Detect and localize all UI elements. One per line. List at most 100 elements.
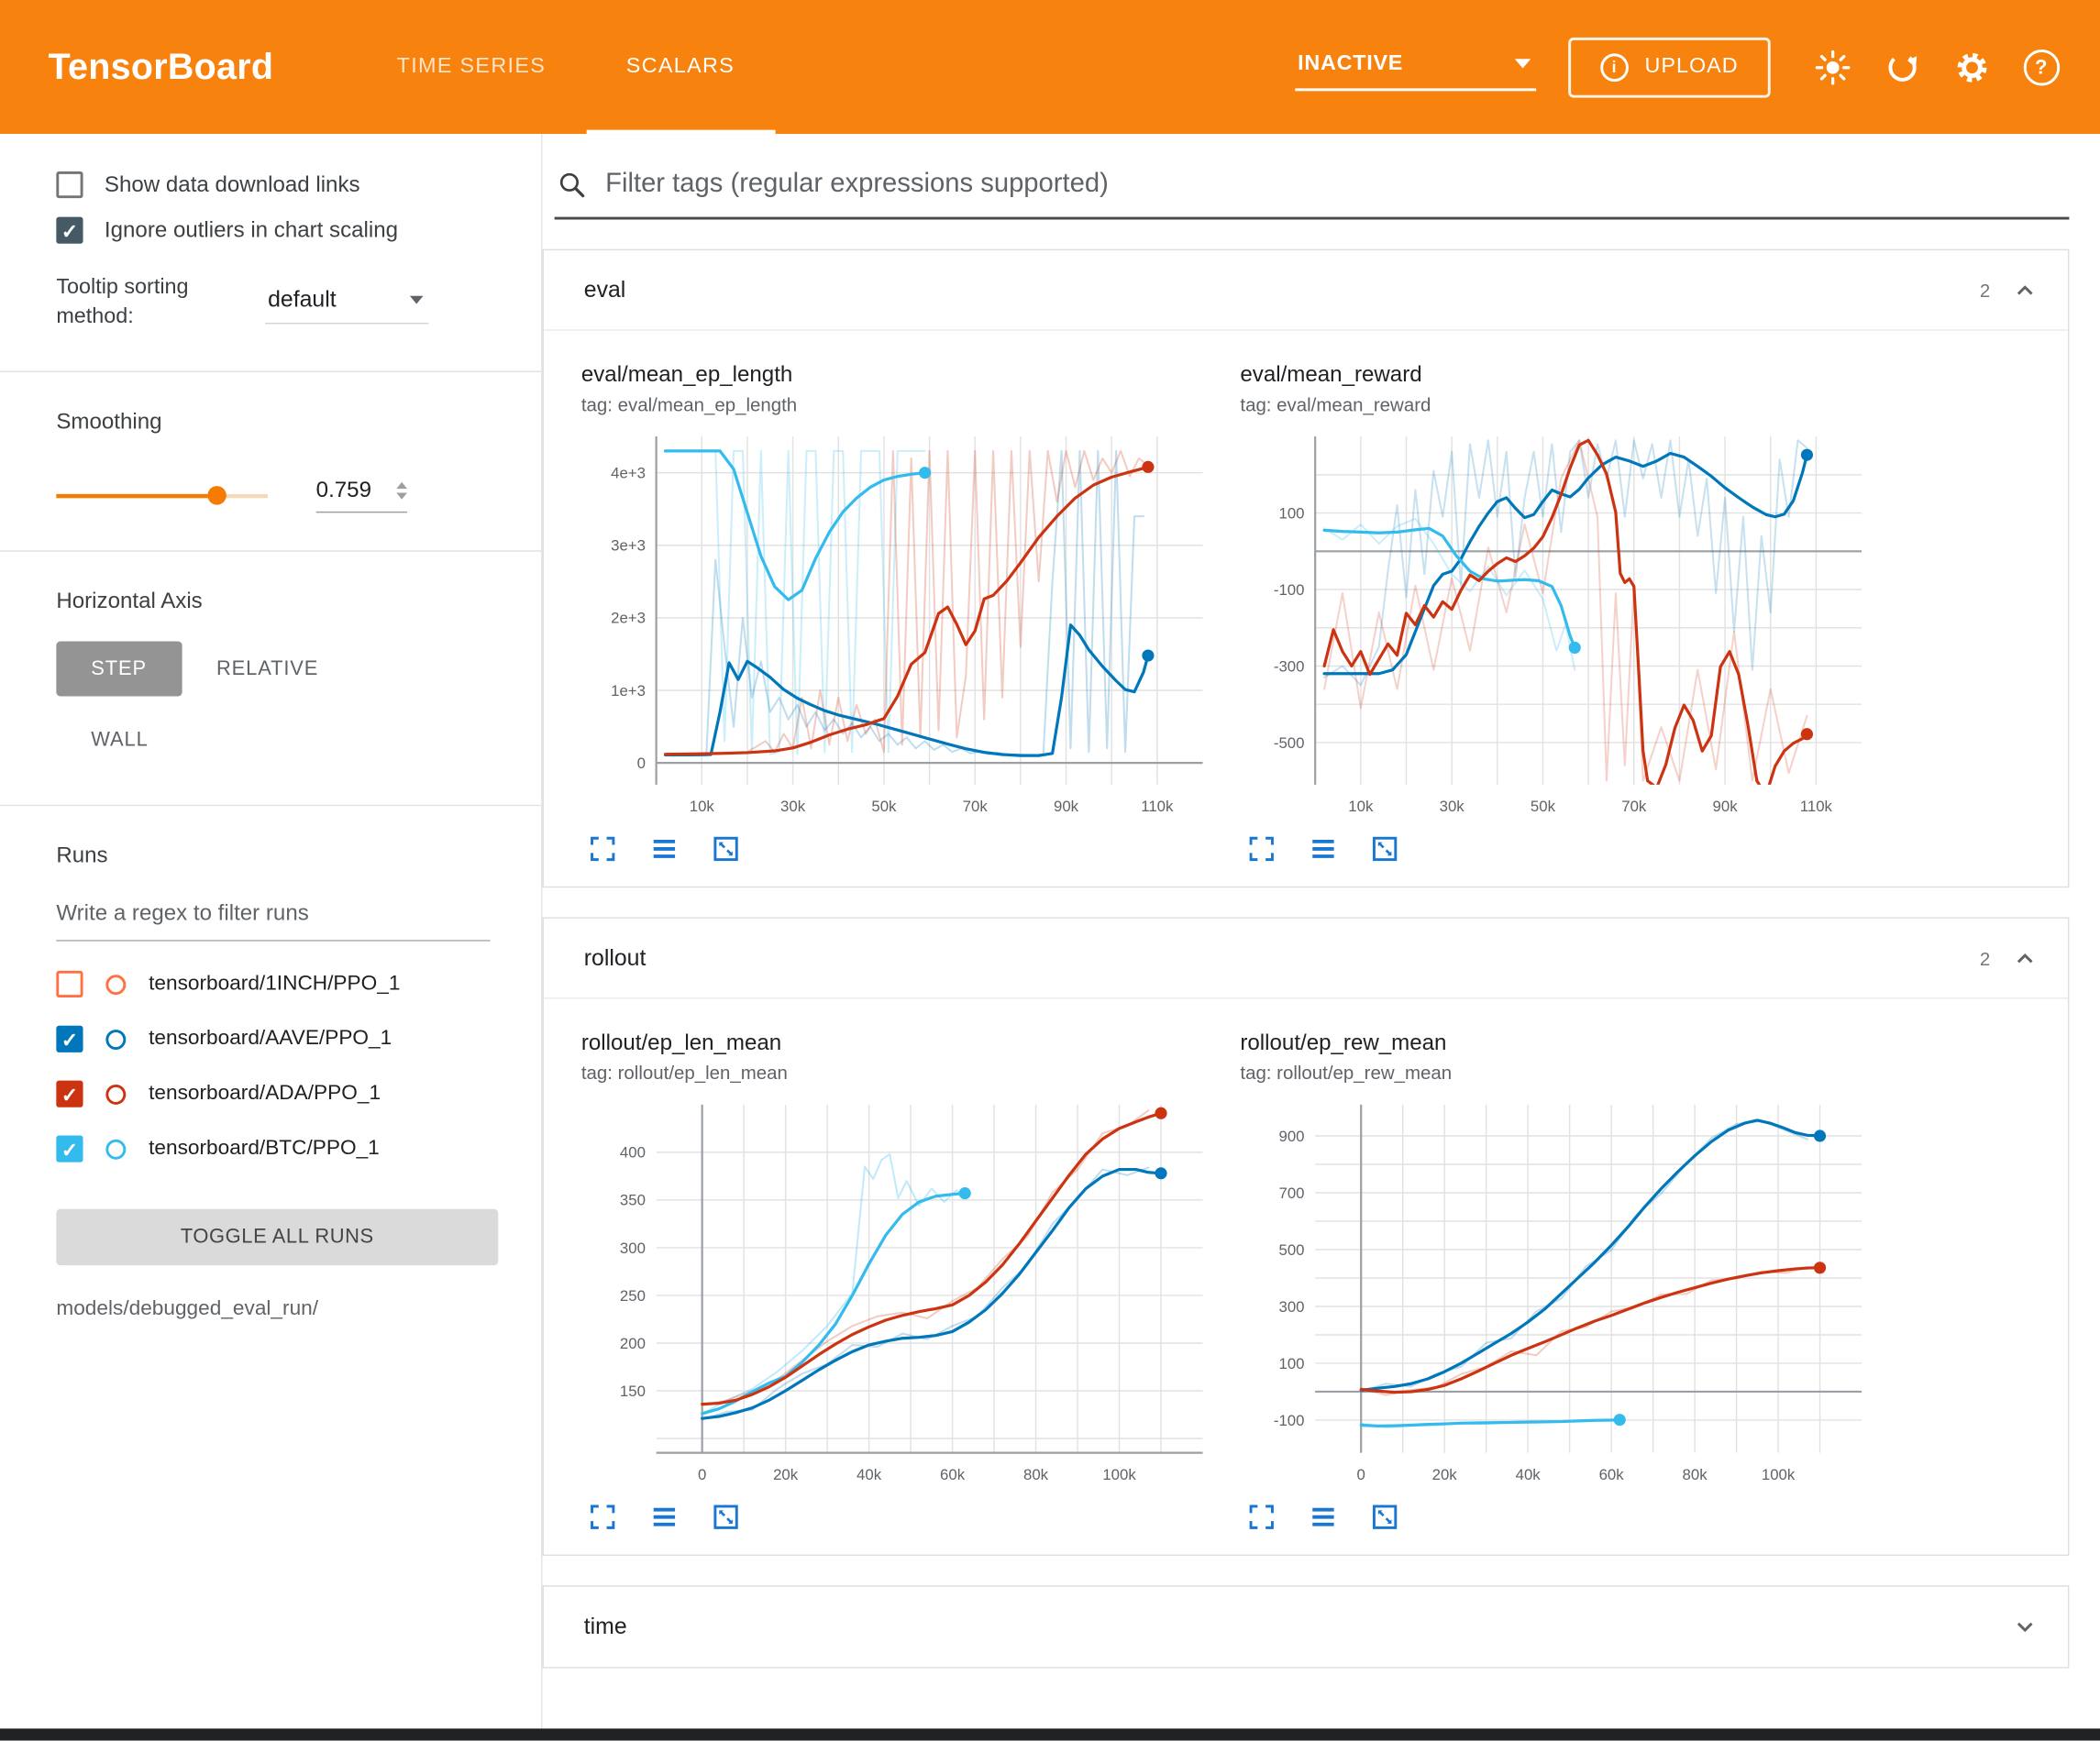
data-table-icon[interactable]	[648, 832, 680, 865]
horizontal-axis-buttons: STEP RELATIVE WALL	[56, 641, 431, 766]
svg-text:100k: 100k	[1762, 1466, 1796, 1483]
svg-text:900: 900	[1278, 1128, 1304, 1145]
expand-chart-icon[interactable]	[587, 1501, 619, 1533]
expand-chart-icon[interactable]	[1245, 832, 1277, 865]
svg-text:40k: 40k	[857, 1466, 882, 1483]
svg-text:0: 0	[637, 755, 646, 772]
run-checkbox[interactable]	[56, 1081, 83, 1107]
card-time-header[interactable]: time	[544, 1587, 2068, 1668]
expand-chart-icon[interactable]	[587, 832, 619, 865]
smoothing-value: 0.759	[316, 478, 371, 503]
svg-text:20k: 20k	[773, 1466, 799, 1483]
settings-sidebar: Show data download links Ignore outliers…	[0, 134, 542, 1741]
search-icon	[558, 170, 587, 199]
ignore-outliers-checkbox[interactable]	[56, 217, 83, 244]
fit-domain-icon[interactable]	[1369, 832, 1401, 865]
svg-text:2e+3: 2e+3	[611, 610, 646, 627]
refresh-icon[interactable]	[1878, 43, 1927, 92]
run-row-aave[interactable]: tensorboard/AAVE/PPO_1	[56, 1012, 503, 1067]
data-table-icon[interactable]	[648, 1501, 680, 1533]
axis-step-button[interactable]: STEP	[56, 641, 182, 696]
svg-text:90k: 90k	[1054, 798, 1079, 815]
smoothing-slider[interactable]	[56, 484, 268, 505]
tag-filter-input[interactable]	[605, 169, 2066, 200]
fit-domain-icon[interactable]	[710, 1501, 742, 1533]
svg-text:150: 150	[620, 1383, 646, 1400]
collapse-icon[interactable]	[2009, 274, 2041, 306]
svg-text:10k: 10k	[690, 798, 715, 815]
run-checkbox[interactable]	[56, 971, 83, 997]
svg-text:3e+3: 3e+3	[611, 537, 646, 555]
expand-chart-icon[interactable]	[1245, 1501, 1277, 1533]
chart-tag: tag: eval/mean_ep_length	[581, 393, 1221, 414]
run-row-ada[interactable]: tensorboard/ADA/PPO_1	[56, 1067, 503, 1122]
toggle-all-runs-button[interactable]: TOGGLE ALL RUNS	[56, 1208, 498, 1264]
chart-rollout-ep-rew-mean: rollout/ep_rew_mean tag: rollout/ep_rew_…	[1240, 1031, 1880, 1534]
main-tabs: TIME SERIES SCALARS	[357, 0, 775, 134]
data-table-icon[interactable]	[1307, 832, 1339, 865]
svg-text:1e+3: 1e+3	[611, 682, 646, 700]
divider	[0, 550, 541, 551]
svg-text:0: 0	[698, 1466, 706, 1483]
status-dropdown-value: INACTIVE	[1298, 51, 1403, 75]
run-checkbox[interactable]	[56, 1026, 83, 1052]
help-icon[interactable]: ?	[2017, 43, 2065, 92]
chart-rollout-ep-len-mean: rollout/ep_len_mean tag: rollout/ep_len_…	[581, 1031, 1221, 1534]
show-download-links-checkbox[interactable]	[56, 171, 83, 198]
settings-icon[interactable]	[1948, 43, 1996, 92]
collapse-icon[interactable]	[2009, 942, 2041, 974]
svg-text:60k: 60k	[940, 1466, 966, 1483]
svg-text:500: 500	[1278, 1241, 1304, 1259]
upload-button[interactable]: i UPLOAD	[1568, 37, 1771, 97]
run-label: tensorboard/ADA/PPO_1	[149, 1082, 381, 1106]
line-chart-plot[interactable]: 10k30k50k70k90k110k01e+32e+33e+34e+3	[581, 425, 1216, 827]
card-eval-header[interactable]: eval 2	[544, 250, 2068, 331]
top-bar: TensorBoard TIME SERIES SCALARS INACTIVE…	[0, 0, 2100, 134]
divider	[0, 370, 541, 371]
runs-filter-input[interactable]	[56, 898, 490, 942]
horizontal-axis-label: Horizontal Axis	[56, 589, 503, 614]
chevron-down-icon	[410, 296, 424, 304]
tab-scalars[interactable]: SCALARS	[586, 0, 775, 134]
run-list: tensorboard/1INCH/PPO_1 tensorboard/AAVE…	[56, 957, 503, 1177]
chart-title: eval/mean_reward	[1240, 363, 1880, 389]
tooltip-sorting-select[interactable]: default	[265, 279, 428, 325]
run-row-btc[interactable]: tensorboard/BTC/PPO_1	[56, 1122, 503, 1177]
ignore-outliers-row[interactable]: Ignore outliers in chart scaling	[56, 217, 503, 244]
show-download-links-row[interactable]: Show data download links	[56, 171, 503, 198]
line-chart-plot[interactable]: 020k40k60k80k100k-100100300500700900	[1240, 1094, 1874, 1495]
smoothing-value-input[interactable]: 0.759	[316, 478, 407, 512]
tab-time-series[interactable]: TIME SERIES	[357, 0, 586, 134]
svg-text:0: 0	[1357, 1466, 1365, 1483]
stepper-icon[interactable]	[396, 481, 407, 499]
svg-text:400: 400	[620, 1144, 646, 1162]
svg-text:-100: -100	[1274, 581, 1305, 599]
card-rollout: rollout 2 rollout/ep_len_mean tag: rollo…	[542, 917, 2069, 1556]
card-title: time	[584, 1614, 627, 1640]
run-label: tensorboard/BTC/PPO_1	[149, 1137, 380, 1161]
line-chart-plot[interactable]: 10k30k50k70k90k110k100-100-300-500	[1240, 425, 1874, 827]
slider-thumb[interactable]	[207, 486, 226, 504]
status-dropdown[interactable]: INACTIVE	[1295, 43, 1536, 90]
svg-text:100k: 100k	[1102, 1466, 1136, 1483]
svg-text:300: 300	[620, 1240, 646, 1257]
app-body: Show data download links Ignore outliers…	[0, 134, 2100, 1741]
data-table-icon[interactable]	[1307, 1501, 1339, 1533]
run-checkbox[interactable]	[56, 1136, 83, 1163]
run-color-swatch	[105, 1140, 126, 1160]
svg-text:110k: 110k	[1141, 798, 1174, 815]
card-rollout-header[interactable]: rollout 2	[544, 919, 2068, 999]
chart-toolbar	[1240, 832, 1880, 865]
fit-domain-icon[interactable]	[1369, 1501, 1401, 1533]
card-title: rollout	[584, 944, 647, 971]
fit-domain-icon[interactable]	[710, 832, 742, 865]
brightness-icon[interactable]	[1808, 43, 1857, 92]
run-row-1inch[interactable]: tensorboard/1INCH/PPO_1	[56, 957, 503, 1012]
scalars-dashboard: eval 2 eval/mean_ep_length tag: eval/mea…	[542, 134, 2100, 1741]
line-chart-plot[interactable]: 020k40k60k80k100k150200250300350400	[581, 1094, 1216, 1495]
card-count: 2	[1980, 280, 1990, 301]
axis-wall-button[interactable]: WALL	[56, 712, 182, 767]
axis-relative-button[interactable]: RELATIVE	[182, 641, 353, 696]
chart-toolbar	[581, 832, 1221, 865]
expand-icon[interactable]	[2009, 1611, 2041, 1643]
